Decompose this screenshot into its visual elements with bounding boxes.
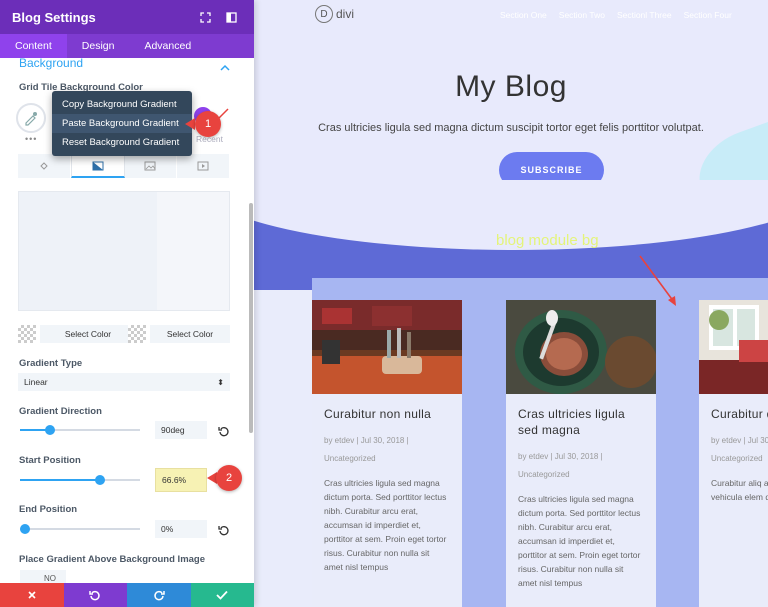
gradient-type-label: Gradient Type [19,358,83,369]
select-color-button-1[interactable]: Select Color [40,325,136,343]
page-subtitle: Cras ultricies ligula sed magna dictum s… [318,122,704,134]
blog-card[interactable]: Curabitur quam by etdev | Jul 30, 2018 |… [699,300,768,607]
gradient-direction-label: Gradient Direction [19,406,102,417]
sidebar-toggle-icon[interactable] [220,6,242,28]
end-position-input[interactable]: 0% [155,520,207,538]
menu-paste-gradient[interactable]: Paste Background Gradient [52,114,192,133]
end-position-slider[interactable] [20,524,140,534]
slider-handle[interactable] [94,475,105,485]
post-image[interactable] [312,300,462,394]
redo-button[interactable] [127,583,191,607]
close-icon [28,591,36,599]
panel-title: Blog Settings [12,9,96,25]
room-photo [699,300,768,394]
reset-icon[interactable] [218,523,230,536]
post-image[interactable] [699,300,768,394]
end-position-label: End Position [19,504,78,515]
annotation-label: blog module bg [496,232,599,249]
nav-section-two[interactable]: Section Two [559,10,605,20]
menu-copy-gradient[interactable]: Copy Background Gradient [52,95,192,114]
start-position-label: Start Position [19,455,81,466]
start-position-input[interactable]: 66.6% [155,468,207,492]
expand-icon[interactable] [194,6,216,28]
gradient-swatch[interactable] [16,103,46,133]
page-title: My Blog [455,70,567,103]
start-position-slider[interactable] [20,475,140,485]
pan-food-photo [506,300,656,394]
section-title-background[interactable]: Background [19,58,83,70]
save-button[interactable] [190,583,254,607]
bg-tab-video[interactable] [177,154,230,178]
reset-icon[interactable] [218,424,230,437]
gradient-type-value: Linear [24,377,48,387]
panel-scrollbar[interactable] [249,203,253,433]
blog-module: Curabitur non nulla by etdev | Jul 30, 2… [312,278,768,607]
gradient-direction-input[interactable]: 90deg [155,421,207,439]
redo-icon [154,590,165,601]
tab-design[interactable]: Design [67,34,130,58]
select-arrows-icon: ⬍ [217,377,224,387]
nav-section-four[interactable]: Section Four [684,10,732,20]
logo-text: divi [336,7,355,21]
post-title[interactable]: Curabitur quam [711,406,768,422]
post-excerpt: Cras ultricies ligula sed magna dictum p… [324,478,447,572]
gradient-preview [18,191,230,311]
post-title[interactable]: Curabitur non nulla [324,406,450,422]
blog-card[interactable]: Curabitur non nulla by etdev | Jul 30, 2… [312,300,462,607]
bg-tab-image[interactable] [125,154,178,178]
panel-tabs: Content Design Advanced [0,34,254,58]
step-badge-1: 1 [195,111,221,137]
settings-panel: Blog Settings Content Design Advanced Ba… [0,0,254,607]
image-icon [144,161,156,171]
annotation-arrow-icon [639,255,676,306]
site-nav: Section One Section Two Sectionl Three S… [500,10,744,20]
gradient-type-select[interactable]: Linear ⬍ [18,373,230,391]
discard-button[interactable] [0,583,64,607]
post-excerpt: Curabitur aliq ac diam sit am vehicula e… [711,478,768,502]
post-excerpt: Cras ultricies ligula sed magna dictum p… [518,494,641,588]
post-image[interactable] [506,300,656,394]
bg-tab-color[interactable] [18,154,71,178]
tab-advanced[interactable]: Advanced [129,34,206,58]
gradient-icon [92,161,104,170]
nav-section-one[interactable]: Section One [500,10,547,20]
undo-button[interactable] [63,583,127,607]
gradient-color-2[interactable]: Select Color [128,325,230,343]
site-logo[interactable]: D divi [315,5,354,23]
place-above-label: Place Gradient Above Background Image [19,554,206,565]
blog-card[interactable]: Cras ultricies ligula sed magna by etdev… [506,300,656,607]
video-icon [197,161,209,171]
place-above-toggle[interactable]: NO [20,570,66,583]
gradient-color-1[interactable]: Select Color [18,325,136,343]
kitchen-photo [312,300,462,394]
gradient-direction-slider[interactable] [20,425,140,435]
slider-handle[interactable] [45,425,55,435]
checker-swatch [18,325,36,343]
undo-icon [89,590,100,601]
post-meta: by etdev | Jul 30, 2018 | Uncategorized [518,452,603,479]
background-type-tabs [18,154,230,178]
more-dots-icon[interactable]: ••• [25,134,37,144]
logo-mark: D [315,5,333,23]
nav-section-three[interactable]: Sectionl Three [617,10,672,20]
tab-content[interactable]: Content [0,34,67,58]
select-color-button-2[interactable]: Select Color [150,325,230,343]
panel-footer [0,583,254,607]
bg-tab-gradient[interactable] [70,154,125,178]
post-meta: by etdev | Jul 30, 2018 | Uncategorized [711,436,768,463]
step-badge-2: 2 [216,465,242,491]
checker-swatch [128,325,146,343]
context-menu: Copy Background Gradient Paste Backgroun… [52,91,192,156]
chevron-up-icon[interactable] [220,58,230,76]
site-preview: D divi Section One Section Two Sectionl … [254,0,768,607]
panel-header: Blog Settings [0,0,254,34]
eyedropper-icon [25,112,37,126]
post-title[interactable]: Cras ultricies ligula sed magna [518,406,644,438]
slider-handle[interactable] [20,524,30,534]
check-icon [216,590,228,600]
paint-bucket-icon [40,162,48,170]
menu-reset-gradient[interactable]: Reset Background Gradient [52,133,192,152]
post-meta: by etdev | Jul 30, 2018 | Uncategorized [324,436,409,463]
